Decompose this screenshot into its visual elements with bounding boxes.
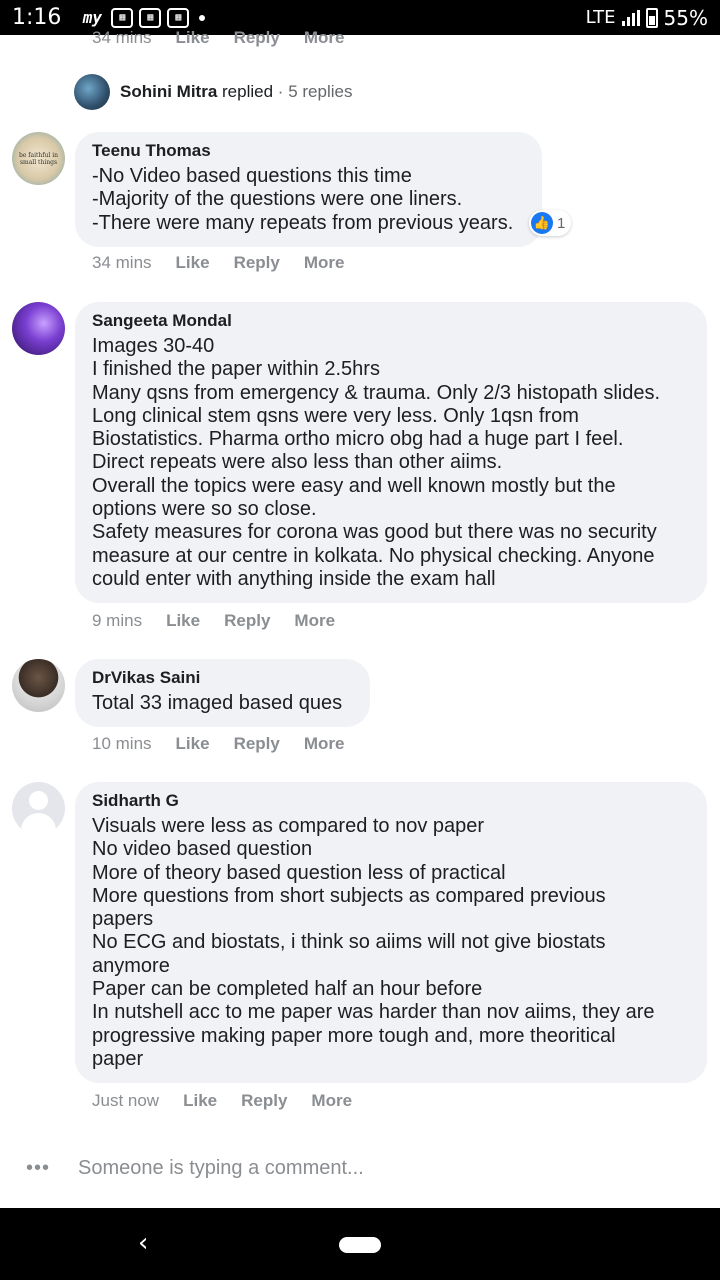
more-button[interactable]: More bbox=[304, 253, 345, 273]
battery-level: 55% bbox=[663, 5, 708, 30]
comment-text: Images 30-40 I finished the paper within… bbox=[92, 335, 661, 590]
reaction-badge[interactable]: 👍 1 bbox=[529, 210, 572, 236]
typing-indicator: ••• Someone is typing a comment... bbox=[26, 1157, 364, 1180]
comment-time: Just now bbox=[92, 1091, 160, 1110]
view-replies-link[interactable]: Sohini Mitra replied · 5 replies bbox=[74, 74, 352, 110]
comment-author[interactable]: Sidharth G bbox=[92, 791, 690, 811]
network-type: LTE bbox=[585, 7, 616, 28]
thumbs-up-icon: 👍 bbox=[531, 212, 553, 234]
like-button[interactable]: Like bbox=[176, 28, 210, 48]
reply-button[interactable]: Reply bbox=[234, 253, 280, 273]
reply-button[interactable]: Reply bbox=[224, 611, 270, 631]
reply-button[interactable]: Reply bbox=[234, 28, 280, 48]
comment-text: -No Video based questions this time -Maj… bbox=[92, 165, 514, 234]
comment-time: 34 mins bbox=[92, 28, 152, 47]
avatar[interactable] bbox=[12, 302, 65, 355]
sim-app-icon: ▦ bbox=[139, 7, 162, 28]
more-button[interactable]: More bbox=[311, 1091, 352, 1111]
notification-dot-icon bbox=[199, 14, 206, 21]
reply-button[interactable]: Reply bbox=[234, 734, 280, 754]
comment-author[interactable]: DrVikas Saini bbox=[92, 668, 353, 688]
replier-name: Sohini Mitra bbox=[120, 82, 218, 101]
sim-app-icon: ▦ bbox=[167, 7, 190, 28]
comment-time: 34 mins bbox=[92, 253, 152, 272]
default-avatar-icon[interactable] bbox=[12, 782, 65, 835]
comment-text: Visuals were less as compared to nov pap… bbox=[92, 815, 655, 1070]
more-button[interactable]: More bbox=[294, 611, 335, 631]
comment-bubble[interactable]: Sangeeta Mondal Images 30-40 I finished … bbox=[75, 302, 707, 604]
reply-button[interactable]: Reply bbox=[241, 1091, 287, 1111]
comment-meta-row: Just now Like Reply More bbox=[92, 1091, 352, 1111]
typing-text: Someone is typing a comment... bbox=[78, 1157, 364, 1179]
comment-author[interactable]: Teenu Thomas bbox=[92, 141, 525, 161]
comment-text: Total 33 imaged based ques bbox=[92, 692, 343, 714]
reaction-count: 1 bbox=[557, 214, 566, 232]
typing-dots-icon: ••• bbox=[26, 1157, 51, 1179]
comment-time: 9 mins bbox=[92, 611, 143, 630]
like-button[interactable]: Like bbox=[166, 611, 200, 631]
replies-count[interactable]: 5 replies bbox=[288, 82, 352, 101]
like-button[interactable]: Like bbox=[183, 1091, 217, 1111]
status-time: 1:16 bbox=[12, 5, 62, 30]
avatar[interactable]: be faithful in small things bbox=[12, 132, 65, 185]
comment-meta-row: 9 mins Like Reply More bbox=[92, 611, 335, 631]
comment-meta-row: 34 mins Like Reply More bbox=[92, 28, 344, 48]
navigation-bar: ‹ bbox=[0, 1208, 720, 1280]
more-button[interactable]: More bbox=[304, 734, 345, 754]
comment-meta-row: 10 mins Like Reply More bbox=[92, 734, 344, 754]
comment-meta-row: 34 mins Like Reply More bbox=[92, 253, 344, 273]
comment-bubble[interactable]: DrVikas Saini Total 33 imaged based ques bbox=[75, 659, 370, 728]
mi-icon: my bbox=[82, 8, 103, 27]
like-button[interactable]: Like bbox=[176, 253, 210, 273]
more-button[interactable]: More bbox=[304, 28, 345, 48]
avatar[interactable] bbox=[12, 659, 65, 712]
battery-icon bbox=[645, 7, 658, 28]
comment-time: 10 mins bbox=[92, 734, 152, 753]
like-button[interactable]: Like bbox=[176, 734, 210, 754]
sim-app-icon: ▦ bbox=[111, 7, 134, 28]
separator: · bbox=[277, 82, 284, 101]
status-right: LTE 55% bbox=[586, 6, 708, 30]
replies-summary: Sohini Mitra replied · 5 replies bbox=[120, 82, 352, 102]
comment-bubble[interactable]: Sidharth G Visuals were less as compared… bbox=[75, 782, 707, 1084]
back-icon[interactable]: ‹ bbox=[138, 1228, 148, 1258]
avatar bbox=[74, 74, 110, 110]
signal-icon bbox=[621, 9, 640, 26]
replied-label: replied bbox=[222, 82, 274, 101]
notification-icons: my ▦ ▦ ▦ bbox=[79, 7, 206, 28]
comment-author[interactable]: Sangeeta Mondal bbox=[92, 311, 690, 331]
home-pill-icon[interactable] bbox=[339, 1237, 381, 1253]
comment-bubble[interactable]: Teenu Thomas -No Video based questions t… bbox=[75, 132, 542, 247]
